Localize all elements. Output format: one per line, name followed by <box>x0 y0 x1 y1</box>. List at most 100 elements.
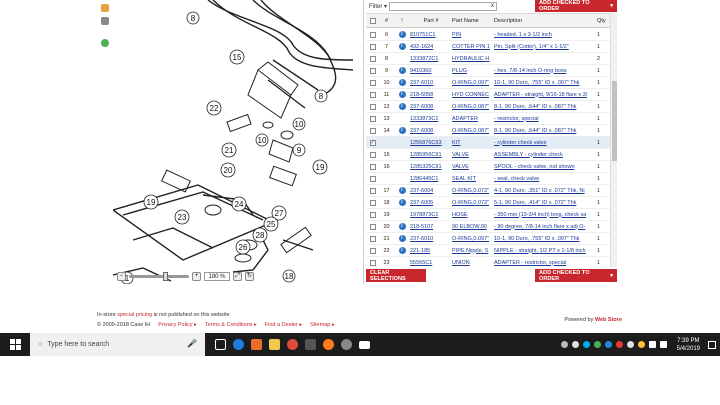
help-icon[interactable] <box>101 39 109 47</box>
zoom-out-icon[interactable]: − <box>117 272 126 281</box>
part-number-link[interactable]: 1285956C91 <box>410 152 452 158</box>
part-number-link[interactable]: 237-6004 <box>410 188 452 194</box>
settings-icon[interactable] <box>101 17 109 25</box>
select-all-checkbox[interactable] <box>369 17 376 24</box>
part-number-link[interactable]: 1285325C91 <box>410 164 452 170</box>
part-name-link[interactable]: O-RING,0.087" <box>452 104 494 110</box>
part-number-link[interactable]: 9410360 <box>410 68 452 74</box>
part-description-link[interactable]: - headed, 1 x 3-1/2 inch <box>494 32 594 38</box>
chevron-down-icon[interactable]: ▾ <box>610 273 613 279</box>
table-row[interactable]: 15 1285956C91 VALVE ASSEMBLY - cylinder che… <box>366 149 610 161</box>
outlook-icon[interactable] <box>251 339 262 350</box>
table-row[interactable]: 14 i 237-6008 O-RING,0.087" 8-1, 90 Duro, .6… <box>366 125 610 137</box>
info-icon[interactable]: i <box>398 103 406 110</box>
app-icon[interactable] <box>341 339 352 350</box>
add-checked-to-order-button-bottom[interactable]: ADD CHECKED TO ORDER ▾ <box>535 269 617 282</box>
callout-5[interactable]: 22 <box>210 104 219 113</box>
table-row[interactable]: 6 i 810751C1 PIN - headed, 1 x 3-1/2 inch 1 <box>366 29 610 41</box>
clear-search-icon[interactable]: x <box>491 3 494 9</box>
table-row[interactable]: 12 i 237-6008 O-RING,0.087" 8-1, 90 Duro, .6… <box>366 101 610 113</box>
part-description-link[interactable]: Pin, Split (Cotter), 1/4" x 1-1/2" <box>494 44 594 50</box>
people-icon[interactable] <box>560 341 568 348</box>
part-number-link[interactable]: 1333873C1 <box>410 116 452 122</box>
part-name-link[interactable]: ADAPTER <box>452 116 494 122</box>
part-number-link[interactable]: 55565C1 <box>410 260 452 266</box>
tray-icon-4[interactable] <box>604 341 612 348</box>
file-explorer-icon[interactable] <box>269 339 280 350</box>
zoom-value[interactable]: 180 % <box>204 272 230 281</box>
part-number-link[interactable]: 218-5058 <box>410 92 452 98</box>
info-icon[interactable]: i <box>398 127 406 134</box>
callout-7[interactable]: 9 <box>297 146 302 155</box>
privacy-policy-link[interactable]: Privacy Policy ▸ <box>158 322 197 328</box>
callout-17[interactable]: 26 <box>239 243 248 252</box>
clear-selections-button[interactable]: CLEAR SELECTIONS <box>366 269 426 282</box>
callout-9[interactable]: 19 <box>316 163 325 172</box>
part-description-link[interactable]: NIPPLE - straight, 1/2 PT x 1-1/8 inch <box>494 248 594 254</box>
part-name-link[interactable]: O-RING,0.072" <box>452 200 494 206</box>
part-number-link[interactable]: 1256876C93 <box>410 140 452 146</box>
table-row[interactable]: 17 i 237-6004 O-RING,0.072" 4-1, 90 Duro, .3… <box>366 185 610 197</box>
zoom-slider[interactable] <box>129 272 189 281</box>
table-row[interactable]: 21 i 237-6010 O-RING,0.097" 10-1, 90 Duro, .… <box>366 233 610 245</box>
part-name-link[interactable]: O-RING,0.097" <box>452 80 494 86</box>
callout-2[interactable]: 15 <box>233 53 242 62</box>
part-description-link[interactable]: 8-1, 90 Duro, .644" ID x .087" Thk <box>494 104 594 110</box>
part-number-link[interactable]: 237-6010 <box>410 236 452 242</box>
row-checkbox[interactable] <box>369 199 376 206</box>
callout-3[interactable]: 8 <box>319 92 324 101</box>
part-number-link[interactable]: 237-6008 <box>410 128 452 134</box>
callout-12[interactable]: 23 <box>178 213 187 222</box>
part-number-link[interactable]: 432-1624 <box>410 44 452 50</box>
find-dealer-link[interactable]: Find a Dealer ▸ <box>265 322 302 328</box>
chrome-icon[interactable] <box>287 339 298 350</box>
callout-4[interactable]: 10 <box>295 120 304 129</box>
part-name-link[interactable]: O-RING,0.097" <box>452 236 494 242</box>
callout-15[interactable]: 25 <box>267 220 276 229</box>
part-number-link[interactable]: 1978873C1 <box>410 212 452 218</box>
terms-link[interactable]: Terms & Conditions ▸ <box>205 322 257 328</box>
part-name-link[interactable]: PIN <box>452 32 494 38</box>
table-row[interactable]: 1286445C1 SEAL KIT - seal, check valve 1 <box>366 173 610 185</box>
table-row[interactable]: 8 1333872C1 HYDRAULIC H 2 <box>366 53 610 65</box>
part-description-link[interactable]: 10-1, 90 Duro, .755" ID x .097" Thk <box>494 236 594 242</box>
table-row[interactable]: 7 i 432-1624 COTTER PIN 1 Pin, Split (Cotter… <box>366 41 610 53</box>
row-checkbox[interactable] <box>369 79 376 86</box>
info-icon[interactable]: i <box>398 235 406 242</box>
part-description-link[interactable]: - cylinder check valve <box>494 140 594 146</box>
sitemap-link[interactable]: Sitemap ▸ <box>310 322 334 328</box>
part-description-link[interactable]: SPOOL - check valve, not shown <box>494 164 594 170</box>
callout-13[interactable]: 27 <box>275 209 284 218</box>
callout-10[interactable]: 20 <box>224 166 233 175</box>
table-row[interactable]: 11 i 218-5058 HYD CONNEC ADAPTER - straight,… <box>366 89 610 101</box>
zoom-in-icon[interactable]: + <box>192 272 201 281</box>
part-number-link[interactable]: 237-6008 <box>410 104 452 110</box>
header-part-name[interactable]: Part Name <box>452 18 494 24</box>
tray-icon-6[interactable] <box>626 341 634 348</box>
row-checkbox[interactable] <box>369 55 376 62</box>
table-row[interactable]: 16 1285325C91 VALVE SPOOL - check valve, no… <box>366 161 610 173</box>
part-number-link[interactable]: 237-6005 <box>410 200 452 206</box>
part-number-link[interactable]: 810751C1 <box>410 32 452 38</box>
row-checkbox[interactable] <box>369 175 376 182</box>
part-name-link[interactable]: SEAL KIT <box>452 176 494 182</box>
info-icon[interactable]: i <box>398 43 406 50</box>
row-checkbox[interactable] <box>369 91 376 98</box>
table-row[interactable]: 10 i 237-6010 O-RING,0.097" 10-1, 90 Duro, .… <box>366 77 610 89</box>
callout-11[interactable]: 24 <box>235 200 244 209</box>
info-icon[interactable]: i <box>398 187 406 194</box>
part-name-link[interactable]: PIPE Nipple, S <box>452 248 494 254</box>
table-row[interactable]: 20 i 218-5107 90 ELBOW,90- 90 degree, 7/8-1… <box>366 221 610 233</box>
chevron-down-icon[interactable]: ▾ <box>610 3 613 9</box>
row-checkbox[interactable] <box>369 163 376 170</box>
tray-icon-5[interactable] <box>615 341 623 348</box>
part-description-link[interactable]: - seal, check valve <box>494 176 594 182</box>
tray-app-icon[interactable] <box>571 341 579 348</box>
network-icon[interactable] <box>648 341 656 348</box>
row-checkbox[interactable] <box>369 31 376 38</box>
microphone-icon[interactable]: 🎤 <box>187 339 197 348</box>
special-pricing-link[interactable]: special pricing <box>117 312 152 318</box>
part-description-link[interactable]: ADAPTER - straight, 9/16-18 flare x 3/ <box>494 92 594 98</box>
parts-diagram[interactable]: 8 15 8 10 22 10 9 21 19 20 24 23 27 19 2… <box>113 0 364 284</box>
info-icon[interactable]: i <box>398 247 406 254</box>
